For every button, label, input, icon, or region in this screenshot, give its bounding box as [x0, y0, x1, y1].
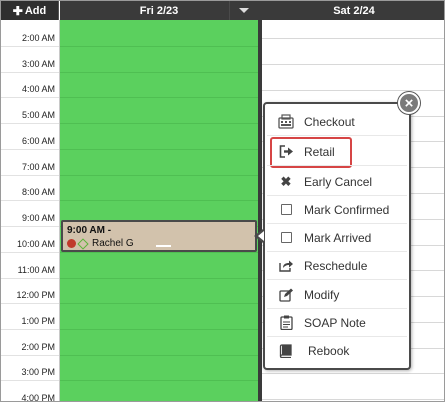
menu-item-modify[interactable]: Modify: [267, 281, 407, 309]
appointment-block[interactable]: 9:00 AM - Rachel G: [61, 220, 257, 252]
menu-item-rebook[interactable]: Rebook: [267, 337, 407, 365]
plus-icon: ✚: [12, 3, 23, 18]
day-header-saturday-label: Sat 2/24: [333, 4, 375, 17]
appointment-client: Rachel G: [92, 238, 134, 249]
time-label: 2:00 PM: [21, 342, 55, 352]
calendar-view: ✚ Add Fri 2/23 Sat 2/24 2:00 AM 3:00 AM …: [0, 0, 445, 402]
time-label: 1:00 PM: [21, 316, 55, 326]
menu-item-reschedule[interactable]: Reschedule: [267, 252, 407, 280]
menu-item-checkout[interactable]: Checkout: [267, 108, 407, 136]
time-label: 7:00 AM: [21, 162, 55, 172]
time-label: 4:00 AM: [21, 84, 55, 94]
menu-item-retail[interactable]: Retail: [267, 138, 407, 166]
appointment-time: 9:00 AM -: [67, 225, 112, 236]
x-icon: ✖: [280, 173, 292, 189]
add-button[interactable]: ✚ Add: [1, 1, 59, 20]
edit-icon: [276, 287, 296, 303]
day-header-friday-label: Fri 2/23: [139, 4, 179, 17]
day-header-saturday[interactable]: Sat 2/24: [262, 1, 444, 20]
menu-item-label: Checkout: [304, 114, 355, 129]
register-icon: [276, 114, 296, 130]
menu-item-label: Mark Arrived: [304, 230, 372, 245]
menu-item-label: Modify: [304, 287, 340, 302]
menu-item-label: Reschedule: [304, 258, 368, 273]
time-label: 3:00 PM: [21, 367, 55, 377]
clipboard-icon: [276, 315, 296, 331]
time-label: 4:00 PM: [21, 393, 55, 402]
sign-out-icon: [276, 144, 296, 160]
menu-item-label: SOAP Note: [304, 315, 366, 330]
time-label: 2:00 AM: [21, 33, 55, 43]
status-dot-icon: [67, 239, 76, 248]
checkbox-icon: [276, 202, 296, 218]
menu-item-mark-confirmed[interactable]: Mark Confirmed: [267, 196, 407, 224]
time-label: 12:00 PM: [16, 290, 55, 300]
diamond-icon: [77, 237, 89, 250]
checkbox-icon: [276, 230, 296, 246]
menu-item-label: Retail: [304, 144, 335, 159]
time-label: 9:00 AM: [21, 213, 55, 223]
close-icon[interactable]: ×: [398, 92, 420, 114]
menu-item-label: Early Cancel: [304, 174, 373, 189]
time-label: 5:00 AM: [21, 110, 55, 120]
menu-item-mark-arrived[interactable]: Mark Arrived: [267, 224, 407, 252]
time-label: 3:00 AM: [21, 59, 55, 69]
time-label: 10:00 AM: [16, 239, 55, 249]
menu-item-label: Mark Confirmed: [304, 202, 390, 217]
share-arrow-icon: [276, 258, 296, 274]
time-label: 11:00 AM: [17, 265, 55, 275]
day-dropdown-icon[interactable]: [229, 1, 258, 20]
time-column: 2:00 AM 3:00 AM 4:00 AM 5:00 AM 6:00 AM …: [1, 20, 60, 402]
resize-handle[interactable]: [156, 245, 171, 247]
time-label: 6:00 AM: [21, 136, 55, 146]
add-button-label: Add: [24, 4, 47, 17]
time-label: 8:00 AM: [21, 187, 55, 197]
menu-item-early-cancel[interactable]: ✖ Early Cancel: [267, 168, 407, 196]
menu-item-soap-note[interactable]: SOAP Note: [267, 309, 407, 337]
menu-item-label: Rebook: [308, 344, 350, 358]
book-icon: [276, 343, 296, 359]
friday-column[interactable]: [60, 20, 258, 401]
